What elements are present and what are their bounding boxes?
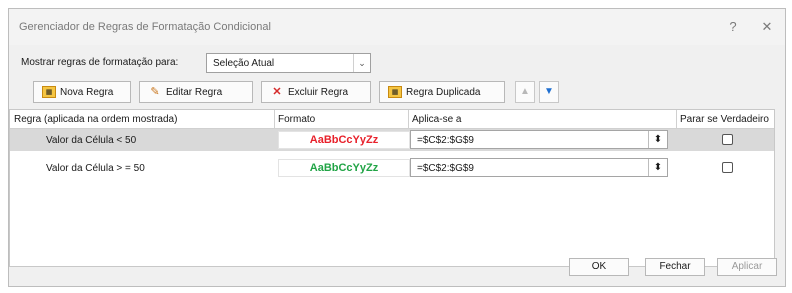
duplicate-icon: ▦	[388, 86, 402, 98]
window-title: Gerenciador de Regras de Formatação Cond…	[19, 21, 271, 33]
help-button[interactable]: ?	[721, 17, 745, 37]
format-preview: AaBbCcYyZz	[278, 131, 410, 149]
edit-rule-button[interactable]: ✎ Editar Regra	[139, 81, 253, 103]
rule-row[interactable]: Valor da Célula < 50 AaBbCcYyZz =$C$2:$G…	[10, 129, 774, 151]
applies-to-field[interactable]: =$C$2:$G$9 ⬍	[410, 158, 668, 177]
grid-header: Regra (aplicada na ordem mostrada) Forma…	[10, 110, 774, 129]
stop-if-true-checkbox[interactable]	[722, 162, 733, 173]
header-format: Formato	[278, 114, 316, 125]
rules-grid: Regra (aplicada na ordem mostrada) Forma…	[9, 109, 775, 267]
applies-to-value: =$C$2:$G$9	[417, 163, 474, 174]
duplicate-rule-label: Regra Duplicada	[406, 87, 481, 98]
rule-description: Valor da Célula > = 50	[46, 163, 145, 174]
collapse-dialog-icon[interactable]: ⬍	[648, 159, 667, 176]
apply-button[interactable]: Aplicar	[717, 258, 777, 276]
new-rule-button[interactable]: ▦ Nova Regra	[33, 81, 131, 103]
stop-if-true-checkbox[interactable]	[722, 134, 733, 145]
move-up-button[interactable]: ▲	[515, 81, 535, 103]
ok-button[interactable]: OK	[569, 258, 629, 276]
header-divider	[676, 110, 677, 128]
header-divider	[408, 110, 409, 128]
delete-rule-button[interactable]: ✕ Excluir Regra	[261, 81, 371, 103]
duplicate-rule-button[interactable]: ▦ Regra Duplicada	[379, 81, 505, 103]
rule-row[interactable]: Valor da Célula > = 50 AaBbCcYyZz =$C$2:…	[10, 157, 774, 179]
rule-description: Valor da Célula < 50	[46, 135, 137, 146]
show-rules-select[interactable]: Seleção Atual ⌄	[206, 53, 371, 73]
edit-rule-icon: ✎	[150, 86, 160, 98]
new-rule-label: Nova Regra	[60, 87, 114, 98]
rules-toolbar: ▦ Nova Regra ✎ Editar Regra ✕ Excluir Re…	[21, 81, 791, 105]
applies-to-value: =$C$2:$G$9	[417, 135, 474, 146]
close-button[interactable]: ✕	[755, 17, 779, 37]
applies-to-field[interactable]: =$C$2:$G$9 ⬍	[410, 130, 668, 149]
collapse-dialog-icon[interactable]: ⬍	[648, 131, 667, 148]
header-applies-to: Aplica-se a	[412, 114, 462, 125]
delete-icon: ✕	[272, 86, 282, 98]
new-rule-icon: ▦	[42, 86, 56, 98]
format-preview: AaBbCcYyZz	[278, 159, 410, 177]
show-rules-label: Mostrar regras de formatação para:	[21, 57, 179, 68]
delete-rule-label: Excluir Regra	[288, 87, 349, 98]
close-dialog-button[interactable]: Fechar	[645, 258, 705, 276]
header-stop-if-true: Parar se Verdadeiro	[680, 114, 769, 125]
move-down-button[interactable]: ▼	[539, 81, 559, 103]
chevron-down-icon: ⌄	[353, 54, 370, 72]
conditional-formatting-dialog: Gerenciador de Regras de Formatação Cond…	[8, 8, 786, 287]
header-rule: Regra (aplicada na ordem mostrada)	[14, 114, 178, 125]
title-bar: Gerenciador de Regras de Formatação Cond…	[9, 9, 785, 45]
edit-rule-label: Editar Regra	[166, 87, 223, 98]
show-rules-value: Seleção Atual	[213, 58, 275, 69]
header-divider	[274, 110, 275, 128]
